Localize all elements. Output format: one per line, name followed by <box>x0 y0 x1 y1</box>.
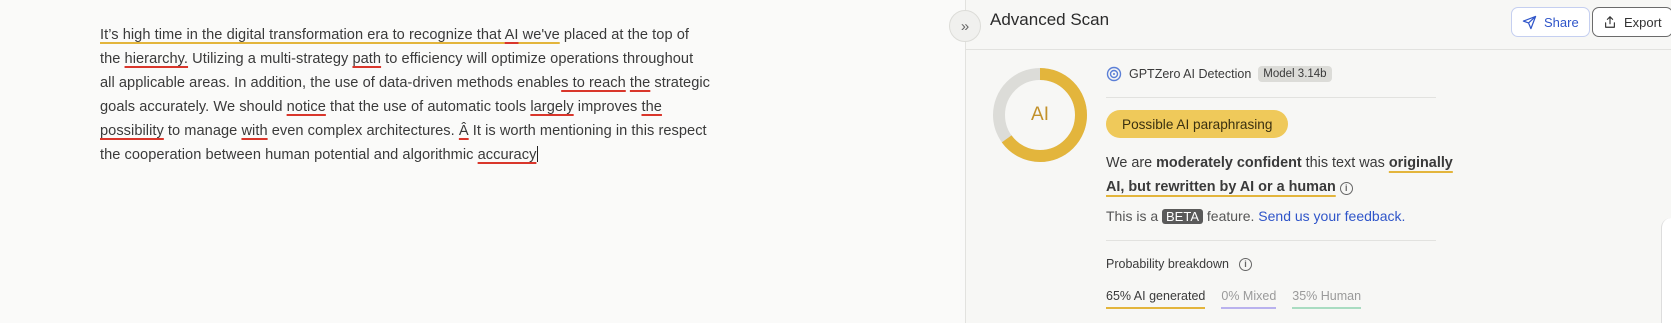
flagged-word[interactable]: the <box>630 75 650 91</box>
flagged-word[interactable]: the <box>642 99 662 115</box>
model-badge: Model 3.14b <box>1258 66 1332 82</box>
export-button[interactable]: Export <box>1592 7 1671 37</box>
beta-pre: This is a <box>1106 208 1163 224</box>
double-chevron-right-icon: » <box>960 17 970 35</box>
upload-icon <box>1605 16 1615 28</box>
prob-mixed[interactable]: 0% Mixed <box>1221 289 1277 309</box>
confidence-level: moderately confident <box>1156 155 1302 171</box>
text-cursor <box>537 146 539 162</box>
send-icon <box>1522 15 1537 29</box>
result-badge: Possible AI paraphrasing <box>1106 110 1289 138</box>
edge-panel <box>1661 218 1671 323</box>
flagged-word[interactable]: AI <box>505 27 519 43</box>
separator <box>1106 97 1436 98</box>
editor-text-segment: strategic <box>650 75 711 91</box>
beta-notice: This is a BETA feature. Send us your fee… <box>1106 208 1405 224</box>
advanced-scan-panel: Advanced Scan Share Export AI GPTZero AI… <box>966 0 1671 323</box>
probability-breakdown-title: Probability breakdown i <box>1106 257 1252 271</box>
text-editor[interactable]: It’s high time in the digital transforma… <box>0 0 965 323</box>
probability-breakdown: 65% AI generated 0% Mixed 35% Human <box>1106 289 1362 309</box>
flagged-word[interactable]: s to reach <box>561 75 626 91</box>
gptzero-logo-icon <box>1106 66 1122 82</box>
feedback-link[interactable]: Send us your feedback. <box>1258 208 1405 224</box>
flagged-word[interactable]: path <box>352 51 381 67</box>
info-icon[interactable]: i <box>1339 182 1353 195</box>
confidence-verdict-2[interactable]: AI, but rewritten by AI or a human <box>1106 179 1336 195</box>
editor-text[interactable]: It’s high time in the digital transforma… <box>100 23 770 167</box>
flagged-word[interactable]: with <box>241 123 267 139</box>
editor-text-segment: to efficiency will optimize operations t… <box>381 51 694 67</box>
collapse-panel-button[interactable]: » <box>949 10 981 42</box>
flagged-word[interactable]: largely <box>530 99 573 115</box>
separator <box>1106 240 1436 241</box>
prob-ai-generated[interactable]: 65% AI generated <box>1106 289 1206 309</box>
flagged-word[interactable]: notice <box>287 99 326 115</box>
detector-row: GPTZero AI Detection Model 3.14b <box>1106 66 1332 82</box>
editor-text-segment: that the use of automatic tools <box>325 99 531 115</box>
ai-highlighted-text[interactable]: It’s high time in the digital transforma… <box>100 27 505 43</box>
info-icon[interactable]: i <box>1239 257 1252 271</box>
confidence-verdict-1[interactable]: originally <box>1389 155 1453 171</box>
editor-text-segment: to manage <box>163 123 242 139</box>
share-label: Share <box>1544 14 1579 30</box>
probability-title-label: Probability breakdown <box>1106 257 1229 271</box>
export-label: Export <box>1624 14 1662 30</box>
flagged-word[interactable]: accuracy <box>478 147 537 163</box>
flagged-word[interactable]: possibility <box>100 123 164 139</box>
panel-title: Advanced Scan <box>990 10 1110 29</box>
beta-badge: BETA <box>1162 209 1204 224</box>
editor-text-segment: goals accurately. We should <box>100 99 287 115</box>
prob-human[interactable]: 35% Human <box>1292 289 1362 309</box>
editor-text-segment: It is worth mentioning in this respect <box>468 123 707 139</box>
editor-text-segment: even complex architectures. <box>267 123 459 139</box>
panel-header: Advanced Scan Share Export <box>966 0 1671 50</box>
confidence-statement: We are moderately confident this text wa… <box>1106 151 1486 199</box>
detector-name: GPTZero AI Detection <box>1129 67 1252 81</box>
ai-highlighted-text[interactable]: we've <box>519 27 560 43</box>
editor-text-segment: the cooperation between human potential … <box>100 147 478 163</box>
editor-text-segment: the <box>100 51 125 67</box>
app-root: It’s high time in the digital transforma… <box>0 0 1671 323</box>
share-button[interactable]: Share <box>1511 7 1590 37</box>
donut-label: AI <box>1031 104 1049 125</box>
flagged-word[interactable]: Â <box>459 123 469 139</box>
flagged-word[interactable]: hierarchy. <box>125 51 189 67</box>
confidence-mid: this text was <box>1301 155 1389 171</box>
beta-mid: feature. <box>1203 208 1259 224</box>
confidence-pre: We are <box>1106 155 1157 171</box>
editor-text-segment: Utilizing a multi-strategy <box>188 51 353 67</box>
editor-text-segment: improves <box>573 99 642 115</box>
editor-text-segment: all applicable areas. In addition, the u… <box>100 75 562 91</box>
editor-text-segment: placed at the top of <box>559 27 689 43</box>
